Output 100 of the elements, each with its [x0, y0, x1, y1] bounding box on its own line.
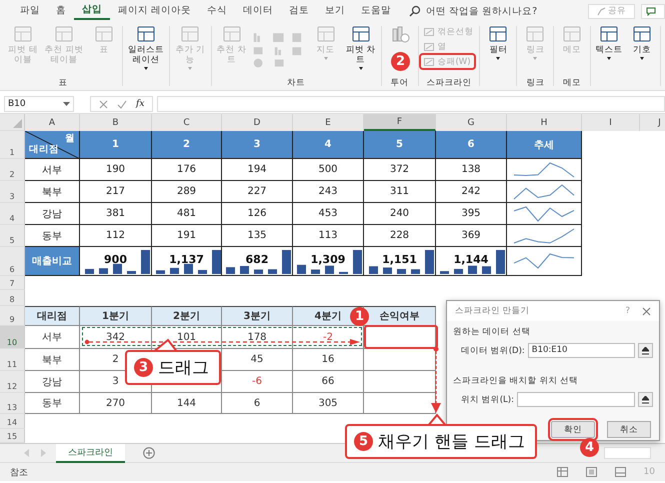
total-value: 1,144 [454, 253, 488, 266]
comment-icon [646, 6, 656, 16]
fill-drag-arrow [431, 346, 441, 413]
table-cell: 손익여부 [364, 306, 436, 326]
row-header[interactable]: 12 [0, 371, 25, 393]
menu-tab[interactable]: 데이터 [235, 1, 282, 21]
formula-input[interactable] [157, 96, 665, 112]
row-header[interactable]: 7 [0, 276, 25, 290]
table-cell: 144 [152, 393, 222, 414]
insert-function-button[interactable]: fx [136, 99, 144, 109]
field-label: 위치 범위(L): [461, 394, 514, 406]
menu-tab[interactable]: 삽입 [74, 2, 110, 20]
ribbon-button[interactable]: 피벗 차트 [344, 25, 378, 70]
row-header[interactable]: 2 [0, 159, 25, 181]
table-cell: 311 [364, 181, 436, 203]
enter-icon[interactable] [117, 100, 127, 108]
total-value: 900 [104, 253, 127, 266]
row-header[interactable]: 10 [0, 326, 25, 349]
dropdown-icon[interactable] [63, 102, 70, 106]
row-header[interactable]: 11 [0, 349, 25, 371]
row-header[interactable]: 14 [0, 414, 25, 429]
sparkline [511, 252, 577, 270]
total-value: 1,309 [310, 253, 346, 266]
group-label: 표 [58, 78, 68, 88]
table-cell: 126 [222, 203, 293, 225]
row-header[interactable]: 8 [0, 290, 25, 306]
row-header[interactable]: 9 [0, 306, 25, 326]
table-cell: 서부 [25, 159, 80, 181]
row-header[interactable]: 4 [0, 203, 25, 225]
group-label: 메모 [563, 78, 582, 88]
ribbon-button[interactable]: 일러스트레이션 [126, 25, 166, 70]
table-cell: 2 [152, 131, 222, 159]
collapse-dialog-button[interactable] [638, 392, 653, 407]
page-layout-icon[interactable] [586, 467, 597, 477]
sheet-tab[interactable]: 스파크라인 [56, 444, 125, 462]
menu-tab[interactable]: 파일 [12, 1, 48, 21]
menu-tab[interactable]: 홈 [48, 1, 74, 21]
cell-reference: B10 [8, 99, 26, 109]
table-icon [54, 25, 74, 43]
comment-button[interactable] [641, 4, 665, 18]
table-cell: -6 [222, 371, 293, 393]
table-cell: 381 [80, 203, 152, 225]
row-header[interactable]: 5 [0, 225, 25, 247]
ribbon-button[interactable]: 기호 [627, 25, 658, 60]
close-icon[interactable] [642, 306, 651, 316]
column-header[interactable]: F [364, 114, 436, 131]
table-cell: 176 [152, 159, 222, 181]
sparkline [511, 226, 577, 244]
row-header[interactable]: 1 [0, 131, 25, 159]
row-header[interactable]: 13 [0, 393, 25, 414]
cancel-icon[interactable] [99, 100, 108, 108]
status-text: 참조 [10, 466, 28, 478]
page-break-preview-icon[interactable] [614, 467, 626, 477]
table-cell: 매출비교 [25, 247, 80, 276]
dialog-button[interactable]: 취소 [607, 421, 651, 438]
search-field[interactable]: 어떤 작업을 원하시나요? [426, 4, 538, 18]
table-cell: 243 [293, 181, 364, 203]
horizontal-scrollbar[interactable] [604, 447, 651, 459]
ribbon-button[interactable]: 필터 [483, 25, 514, 60]
add-sheet-icon[interactable] [143, 447, 155, 459]
group-label: 투어 [390, 78, 409, 88]
collapse-icon [642, 346, 649, 354]
menu-tab[interactable]: 검토 [281, 1, 318, 21]
location-range-field[interactable] [516, 392, 635, 407]
share-icon [597, 6, 606, 16]
sparkline-icon [424, 58, 434, 66]
sparkline [511, 160, 577, 178]
ribbon-button[interactable]: 텍스트 [594, 25, 624, 60]
menu-tab[interactable]: 수식 [199, 1, 236, 21]
row-header[interactable]: 3 [0, 181, 25, 203]
data-range-field[interactable]: B10:E10 [528, 343, 635, 358]
row-header[interactable]: 6 [0, 247, 25, 276]
table-cell: 500 [293, 159, 364, 181]
dialog-title: 스파크라인 만들기 [455, 305, 530, 317]
table-cell: 369 [436, 225, 507, 247]
table-cell [364, 371, 436, 393]
section-heading: 스파크라인을 배치할 위치 선택 [452, 375, 580, 388]
select-all-icon[interactable] [13, 119, 22, 128]
column-header[interactable]: J [640, 114, 665, 131]
menu-tab[interactable]: 페이지 레이아웃 [110, 1, 200, 21]
table-icon [525, 25, 546, 43]
collapse-dialog-button[interactable] [638, 343, 653, 358]
column-header[interactable]: I [582, 114, 640, 131]
menu-tab[interactable]: 보기 [317, 1, 354, 21]
row-header[interactable]: 15 [0, 429, 25, 443]
dialog-button[interactable]: 확인 [551, 421, 595, 438]
corner-label: 월 [65, 132, 75, 145]
table-cell: 228 [364, 225, 436, 247]
normal-view-icon[interactable] [556, 467, 568, 477]
table-icon [316, 25, 336, 43]
table-icon [180, 25, 200, 43]
total-value: 682 [246, 253, 268, 266]
name-box[interactable]: B10 [4, 96, 74, 112]
table-icon [222, 25, 242, 43]
table-cell: 395 [436, 203, 507, 225]
menu-tab[interactable]: 도움말 [353, 1, 400, 21]
callout-text: 드래그 [158, 357, 209, 379]
sparkline [511, 204, 577, 222]
table-cell: 4 [293, 131, 364, 159]
table-icon [350, 25, 371, 43]
